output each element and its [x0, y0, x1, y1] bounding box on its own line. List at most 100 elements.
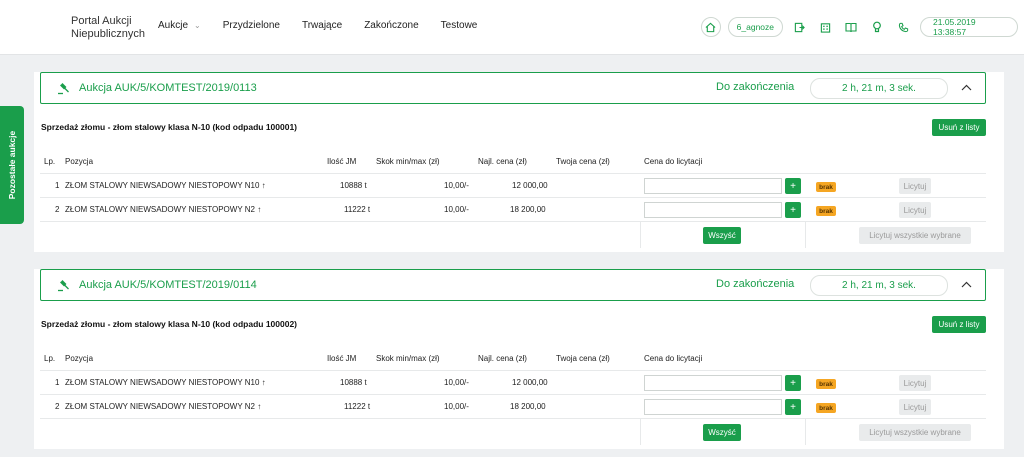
brand-logo[interactable]: Portal Aukcji Niepublicznych: [71, 15, 145, 41]
col-pos: Pozycja: [65, 157, 94, 166]
divider: [805, 222, 806, 248]
status-badge: brak: [816, 206, 836, 216]
col-qty: Ilość JM: [327, 354, 357, 363]
col-step: Skok min/max (zł): [376, 354, 440, 363]
ends-in-label: Do zakończenia: [716, 278, 795, 290]
status-badge: brak: [816, 403, 836, 413]
table-row: 1 ZŁOM STALOWY NIEWSADOWY NIESTOPOWY N10…: [40, 371, 986, 395]
arrow-up-icon: ↑: [261, 181, 266, 190]
divider: [805, 419, 806, 445]
row-step: 10,00/-: [444, 181, 469, 190]
countdown-timer: 2 h, 21 m, 3 sek.: [810, 78, 948, 99]
bid-button[interactable]: Licytuj: [899, 178, 931, 194]
auction-title: Aukcja AUK/5/KOMTEST/2019/0114: [79, 279, 257, 291]
plus-button[interactable]: +: [785, 375, 801, 391]
logout-icon[interactable]: [789, 17, 809, 37]
book-icon[interactable]: [841, 17, 861, 37]
col-bid: Cena do licytacji: [644, 354, 703, 363]
phone-icon[interactable]: [893, 17, 913, 37]
nav-label: Trwające: [301, 20, 343, 31]
chevron-up-icon[interactable]: [961, 279, 972, 291]
row-pos: ZŁOM STALOWY NIEWSADOWY NIESTOPOWY N2 ↑: [65, 402, 261, 411]
nav-item-trwajace[interactable]: Trwające: [302, 20, 342, 31]
remove-from-list-button[interactable]: Usuń z listy: [932, 119, 986, 136]
top-header: Portal Aukcji Niepublicznych Aukcje ⌄ Pr…: [0, 0, 1024, 55]
col-pos: Pozycja: [65, 354, 94, 363]
row-step: 10,00/-: [444, 205, 469, 214]
col-your: Twoja cena (zł): [556, 354, 610, 363]
auction-panel: Aukcja AUK/5/KOMTEST/2019/0114 Do zakońc…: [34, 269, 1004, 449]
auction-header[interactable]: Aukcja AUK/5/KOMTEST/2019/0114 Do zakońc…: [40, 269, 986, 301]
datetime-display: 21.05.2019 13:38:57: [920, 17, 1018, 37]
bid-all-selected-button[interactable]: Licytuj wszystkie wybrane: [859, 227, 971, 244]
nav-item-zakonczone[interactable]: Zakończone: [364, 20, 418, 31]
nav-item-przydzielone[interactable]: Przydzielone: [223, 20, 280, 31]
auction-header[interactable]: Aukcja AUK/5/KOMTEST/2019/0113 Do zakońc…: [40, 72, 986, 104]
arrow-up-icon: ↑: [257, 402, 262, 411]
row-qty: 11222 t: [344, 205, 371, 214]
arrow-up-icon: ↑: [261, 378, 266, 387]
table-row: 2 ZŁOM STALOWY NIEWSADOWY NIESTOPOWY N2 …: [40, 198, 986, 222]
home-icon: [705, 22, 716, 32]
status-badge: brak: [816, 379, 836, 389]
plus-button[interactable]: +: [785, 399, 801, 415]
col-lp: Lp.: [44, 157, 56, 166]
bulb-icon[interactable]: [867, 17, 887, 37]
table-row: 2 ZŁOM STALOWY NIEWSADOWY NIESTOPOWY N2 …: [40, 395, 986, 419]
table-row: 1 ZŁOM STALOWY NIEWSADOWY NIESTOPOWY N10…: [40, 174, 986, 198]
lot-title: Sprzedaż złomu - złom stalowy klasa N-10…: [41, 319, 298, 329]
row-pos-text: ZŁOM STALOWY NIEWSADOWY NIESTOPOWY N2: [65, 402, 255, 411]
chevron-up-icon[interactable]: [961, 82, 972, 94]
divider: [640, 222, 641, 248]
other-auctions-tab[interactable]: Pozostałe aukcje: [0, 106, 24, 224]
row-best: 18 200,00: [510, 205, 546, 214]
col-best: Najl. cena (zł): [478, 354, 527, 363]
lot-title: Sprzedaż złomu - złom stalowy klasa N-10…: [41, 122, 298, 132]
row-lp: 2: [55, 402, 60, 411]
row-pos-text: ZŁOM STALOWY NIEWSADOWY NIESTOPOWY N10: [65, 181, 260, 190]
bid-button[interactable]: Licytuj: [899, 375, 931, 391]
brand-line1: Portal Aukcji: [71, 15, 132, 27]
countdown-timer: 2 h, 21 m, 3 sek.: [810, 275, 948, 296]
table-header-row: Lp. Pozycja Ilość JM Skok min/max (zł) N…: [40, 347, 986, 371]
row-lp: 1: [55, 181, 60, 190]
user-button[interactable]: 6_agnoze: [727, 17, 783, 37]
bid-button[interactable]: Licytuj: [899, 399, 931, 415]
chevron-down-icon: ⌄: [194, 21, 201, 30]
divider: [640, 419, 641, 445]
bid-button[interactable]: Licytuj: [899, 202, 931, 218]
bid-price-input[interactable]: [644, 399, 782, 415]
remove-from-list-button[interactable]: Usuń z listy: [932, 316, 986, 333]
plus-button[interactable]: +: [785, 178, 801, 194]
row-best: 12 000,00: [512, 181, 548, 190]
home-button[interactable]: [700, 17, 721, 37]
bid-price-input[interactable]: [644, 375, 782, 391]
row-pos-text: ZŁOM STALOWY NIEWSADOWY NIESTOPOWY N10: [65, 378, 260, 387]
ends-in-label: Do zakończenia: [716, 81, 795, 93]
row-pos: ZŁOM STALOWY NIEWSADOWY NIESTOPOWY N10 ↑: [65, 378, 266, 387]
arrow-up-icon: ↑: [257, 205, 262, 214]
row-lp: 2: [55, 205, 60, 214]
plus-button[interactable]: +: [785, 202, 801, 218]
nav-item-aukcje[interactable]: Aukcje ⌄: [158, 20, 201, 31]
col-bid: Cena do licytacji: [644, 157, 703, 166]
nav-label: Zakończone: [364, 20, 419, 31]
auction-panel: Aukcja AUK/5/KOMTEST/2019/0113 Do zakońc…: [34, 72, 1004, 252]
row-qty: 10888 t: [340, 378, 367, 387]
nav-label: Aukcje: [158, 20, 189, 31]
table-footer: Wszyść Licytuj wszystkie wybrane: [40, 419, 986, 445]
row-pos-text: ZŁOM STALOWY NIEWSADOWY NIESTOPOWY N2: [65, 205, 255, 214]
nav-label: Przydzielone: [222, 20, 280, 31]
row-pos: ZŁOM STALOWY NIEWSADOWY NIESTOPOWY N2 ↑: [65, 205, 261, 214]
bid-price-input[interactable]: [644, 202, 782, 218]
select-all-button[interactable]: Wszyść: [703, 424, 741, 441]
select-all-button[interactable]: Wszyść: [703, 227, 741, 244]
gavel-icon: [57, 279, 70, 295]
main-nav: Aukcje ⌄ Przydzielone Trwające Zakończon…: [158, 20, 499, 31]
bid-all-selected-button[interactable]: Licytuj wszystkie wybrane: [859, 424, 971, 441]
building-icon[interactable]: [815, 17, 835, 37]
col-lp: Lp.: [44, 354, 56, 363]
nav-item-testowe[interactable]: Testowe: [441, 20, 478, 31]
header-actions: 6_agnoze 21.05.2019 13:38:57: [694, 17, 1018, 37]
bid-price-input[interactable]: [644, 178, 782, 194]
